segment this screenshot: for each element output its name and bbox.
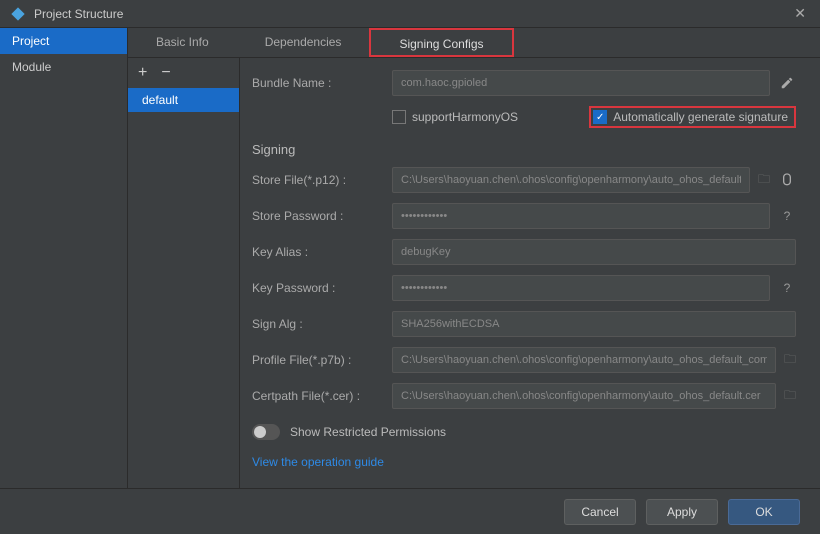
signing-heading: Signing: [252, 142, 796, 157]
restricted-permissions-label: Show Restricted Permissions: [290, 425, 446, 439]
tabs: Basic Info Dependencies Signing Configs: [128, 28, 820, 58]
config-list: + − default: [128, 58, 240, 488]
store-file-input[interactable]: [392, 167, 750, 193]
key-password-label: Key Password :: [252, 281, 392, 295]
certpath-file-label: Certpath File(*.cer) :: [252, 389, 392, 403]
remove-config-icon[interactable]: −: [161, 64, 170, 82]
signing-form: Bundle Name : supportHarmonyOS ✓ Automat…: [240, 58, 820, 488]
help-icon[interactable]: ?: [778, 279, 796, 297]
restricted-permissions-toggle[interactable]: [252, 424, 280, 440]
titlebar: Project Structure ✕: [0, 0, 820, 28]
fingerprint-icon[interactable]: [778, 171, 796, 189]
sign-alg-input[interactable]: [392, 311, 796, 337]
certpath-file-input[interactable]: [392, 383, 776, 409]
apply-button[interactable]: Apply: [646, 499, 718, 525]
close-icon[interactable]: ✕: [790, 3, 810, 24]
ok-button[interactable]: OK: [728, 499, 800, 525]
profile-file-input[interactable]: [392, 347, 776, 373]
key-alias-label: Key Alias :: [252, 245, 392, 259]
sign-alg-label: Sign Alg :: [252, 317, 392, 331]
folder-icon[interactable]: 🗀: [758, 170, 770, 191]
left-nav: Project Module: [0, 28, 128, 488]
bundle-name-label: Bundle Name :: [252, 76, 392, 90]
folder-icon[interactable]: 🗀: [784, 386, 796, 407]
operation-guide-link[interactable]: View the operation guide: [252, 455, 384, 469]
store-file-label: Store File(*.p12) :: [252, 173, 392, 187]
add-config-icon[interactable]: +: [138, 64, 147, 82]
app-logo-icon: [10, 6, 26, 22]
dialog-footer: Cancel Apply OK: [0, 488, 820, 534]
profile-file-label: Profile File(*.p7b) :: [252, 353, 392, 367]
folder-icon[interactable]: 🗀: [784, 350, 796, 371]
nav-item-module[interactable]: Module: [0, 54, 127, 80]
bundle-name-input[interactable]: [392, 70, 770, 96]
support-harmony-label: supportHarmonyOS: [412, 110, 518, 124]
auto-generate-signature-label: Automatically generate signature: [613, 110, 788, 124]
edit-icon[interactable]: [778, 74, 796, 92]
tab-signing-configs[interactable]: Signing Configs: [369, 28, 513, 57]
config-item-default[interactable]: default: [128, 88, 239, 112]
cancel-button[interactable]: Cancel: [564, 499, 636, 525]
key-alias-input[interactable]: [392, 239, 796, 265]
nav-item-project[interactable]: Project: [0, 28, 127, 54]
store-password-input[interactable]: [392, 203, 770, 229]
help-icon[interactable]: ?: [778, 207, 796, 225]
tab-basic-info[interactable]: Basic Info: [128, 28, 237, 57]
auto-generate-signature-checkbox[interactable]: ✓ Automatically generate signature: [589, 106, 796, 128]
store-password-label: Store Password :: [252, 209, 392, 223]
support-harmony-checkbox[interactable]: supportHarmonyOS: [392, 110, 518, 124]
key-password-input[interactable]: [392, 275, 770, 301]
tab-dependencies[interactable]: Dependencies: [237, 28, 370, 57]
window-title: Project Structure: [34, 7, 790, 21]
